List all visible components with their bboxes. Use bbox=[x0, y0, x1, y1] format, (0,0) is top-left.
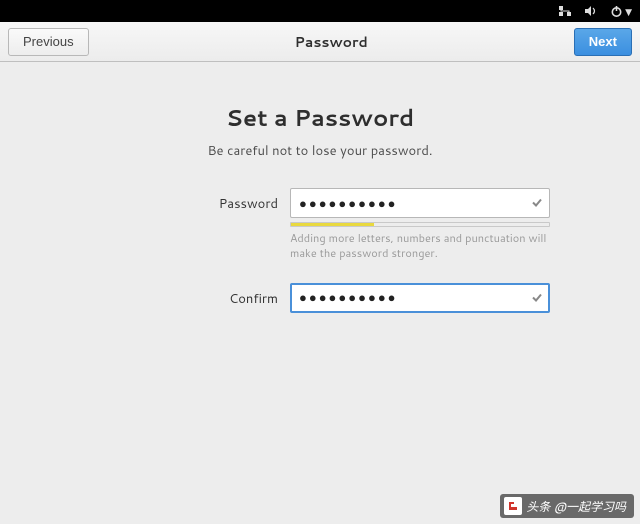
confirm-input[interactable] bbox=[290, 283, 550, 313]
watermark-icon bbox=[504, 497, 522, 515]
password-input[interactable] bbox=[290, 188, 550, 218]
chevron-down-icon: ▼ bbox=[625, 5, 632, 18]
main-content: Set a Password Be careful not to lose yo… bbox=[0, 62, 640, 313]
next-button[interactable]: Next bbox=[574, 28, 632, 56]
password-strength-meter bbox=[290, 222, 550, 227]
heading: Set a Password bbox=[0, 102, 640, 134]
check-icon bbox=[531, 286, 543, 309]
volume-icon[interactable] bbox=[584, 5, 598, 17]
check-icon bbox=[531, 192, 543, 215]
subheading: Be careful not to lose your password. bbox=[0, 142, 640, 160]
power-icon[interactable]: ▼ bbox=[610, 5, 632, 18]
password-form: Password Adding more letters, numbers an… bbox=[0, 188, 640, 313]
password-label: Password bbox=[90, 188, 290, 218]
watermark: 头条 @一起学习吗 bbox=[500, 494, 634, 518]
confirm-field-wrap bbox=[290, 283, 550, 313]
watermark-text: 头条 @一起学习吗 bbox=[526, 498, 626, 515]
password-field-wrap bbox=[290, 188, 550, 218]
header-bar: Previous Password Next bbox=[0, 22, 640, 62]
system-top-bar: ▼ bbox=[0, 0, 640, 22]
network-icon[interactable] bbox=[558, 5, 572, 17]
confirm-label: Confirm bbox=[90, 283, 290, 313]
password-hint: Adding more letters, numbers and punctua… bbox=[290, 231, 550, 261]
strength-fill bbox=[291, 223, 374, 226]
page-title: Password bbox=[295, 32, 368, 52]
previous-button[interactable]: Previous bbox=[8, 28, 89, 56]
